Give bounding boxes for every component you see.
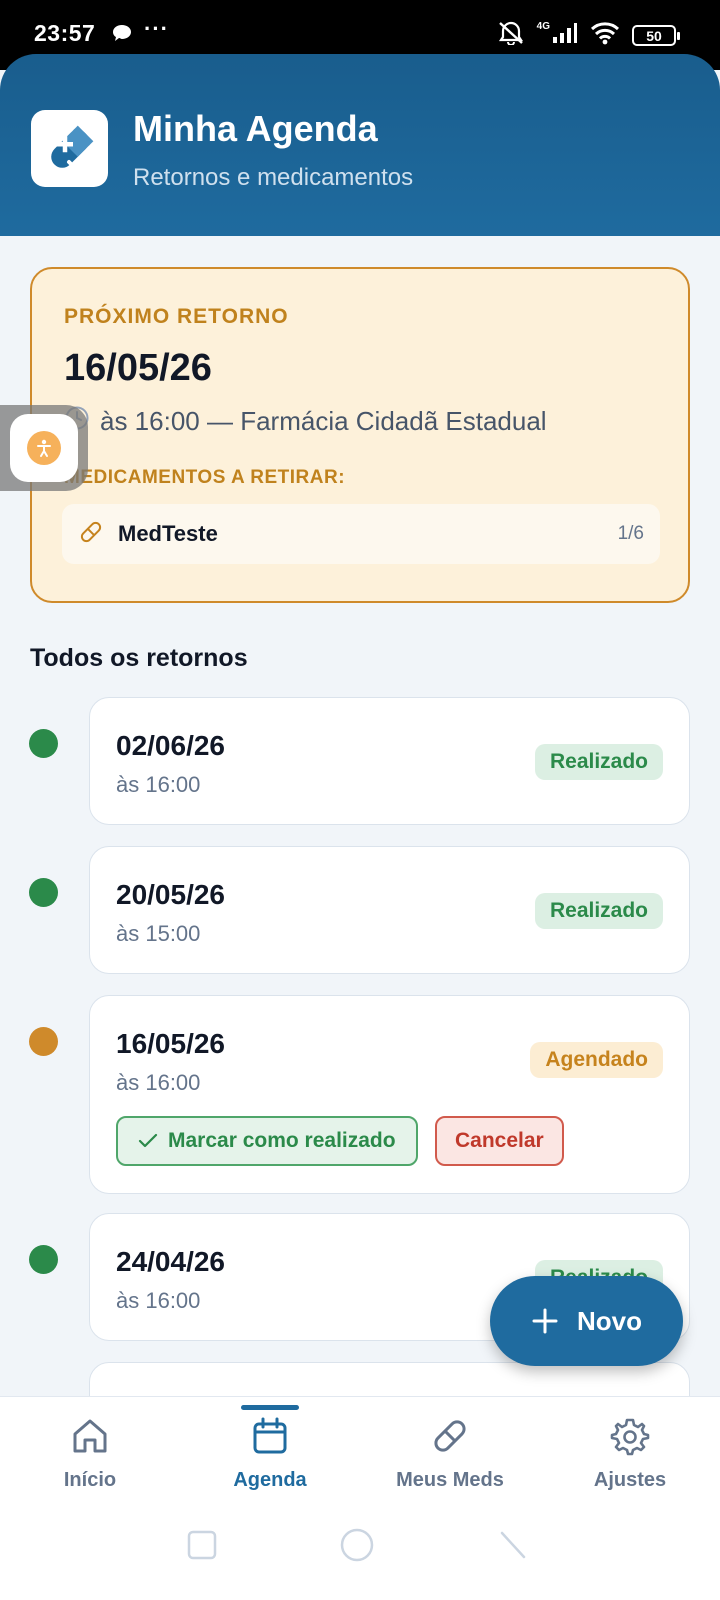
app-logo (31, 110, 108, 187)
page-title: Minha Agenda (133, 108, 378, 149)
app-header: Minha Agenda Retornos e medicamentos (0, 54, 720, 236)
next-return-time-row: às 16:00 — Farmácia Cidadã Estadual (64, 405, 547, 438)
return-time: às 16:00 (116, 1288, 201, 1313)
status-badge: Agendado (530, 1042, 663, 1078)
status-dot (29, 729, 58, 758)
capsule-logo-icon (50, 125, 93, 169)
new-return-label: Novo (577, 1305, 642, 1336)
bottom-nav: Início Agenda Meus Meds Ajustes (0, 1396, 720, 1600)
signal-icon (552, 22, 578, 49)
next-return-date: 16/05/26 (64, 347, 212, 389)
mark-done-button[interactable]: Marcar como realizado (116, 1116, 418, 1166)
page-subtitle: Retornos e medicamentos (133, 164, 414, 191)
cancel-button[interactable]: Cancelar (435, 1116, 564, 1166)
return-time: às 15:00 (116, 921, 201, 946)
back-button (500, 1531, 526, 1559)
meds-to-collect-label: MEDICAMENTOS A RETIRAR: (64, 467, 346, 488)
nav-item-inicio[interactable]: Início (0, 1397, 180, 1507)
home-button (340, 1528, 374, 1562)
more-notifications-icon: ··· (144, 16, 169, 41)
accessibility-shortcut-inner (10, 414, 78, 482)
system-nav-bar (0, 1517, 720, 1577)
calendar-icon (250, 1413, 290, 1459)
med-item[interactable]: MedTeste 1/6 (62, 504, 660, 564)
battery-level: 50 (646, 27, 662, 44)
nav-item-agenda[interactable]: Agenda (180, 1397, 360, 1507)
nav-label: Agenda (233, 1469, 307, 1491)
check-icon (138, 1133, 158, 1148)
return-date: 20/05/26 (116, 879, 225, 910)
battery-icon: 50 (632, 25, 680, 46)
home-icon (70, 1413, 110, 1459)
accessibility-icon (27, 431, 61, 465)
status-badge: Realizado (534, 893, 663, 929)
return-card[interactable]: 20/05/26 às 15:00 Realizado (89, 846, 690, 974)
gear-icon (610, 1413, 650, 1459)
plus-icon (532, 1308, 558, 1334)
return-time: às 16:00 (116, 1070, 201, 1095)
mark-done-label: Marcar como realizado (168, 1129, 396, 1152)
recents-button (187, 1530, 217, 1560)
med-count: 1/6 (617, 523, 644, 544)
return-time: às 16:00 (116, 772, 201, 797)
return-card[interactable]: 02/06/26 às 16:00 Realizado (89, 697, 690, 825)
status-time: 23:57 (34, 20, 96, 46)
nav-item-meus-meds[interactable]: Meus Meds (360, 1397, 540, 1507)
status-dot (29, 878, 58, 907)
next-return-time-place: às 16:00 — Farmácia Cidadã Estadual (100, 406, 547, 436)
status-badge: Realizado (534, 744, 663, 780)
return-card[interactable]: 16/05/26 às 16:00 Agendado Marcar como r… (89, 995, 690, 1194)
accessibility-shortcut[interactable] (0, 405, 88, 491)
next-return-card: PRÓXIMO RETORNO 16/05/26 às 16:00 — Farm… (30, 267, 690, 603)
return-date: 02/06/26 (116, 730, 225, 761)
next-return-label: PRÓXIMO RETORNO (64, 305, 289, 328)
mute-icon (497, 21, 525, 50)
network-type: 4G (536, 21, 550, 32)
section-title: Todos os retornos (30, 644, 248, 672)
status-dot (29, 1027, 58, 1056)
pill-icon (430, 1413, 470, 1459)
med-name: MedTeste (118, 521, 218, 546)
pill-icon (78, 519, 104, 550)
return-date: 16/05/26 (116, 1028, 225, 1059)
wifi-icon (590, 21, 620, 50)
nav-label: Meus Meds (396, 1469, 504, 1491)
nav-label: Ajustes (593, 1469, 667, 1491)
return-date: 24/04/26 (116, 1246, 225, 1277)
nav-label: Início (63, 1469, 117, 1491)
message-icon (112, 24, 132, 47)
status-dot (29, 1245, 58, 1274)
nav-item-ajustes[interactable]: Ajustes (540, 1397, 720, 1507)
new-return-button[interactable]: Novo (490, 1276, 683, 1366)
active-indicator (241, 1405, 299, 1410)
